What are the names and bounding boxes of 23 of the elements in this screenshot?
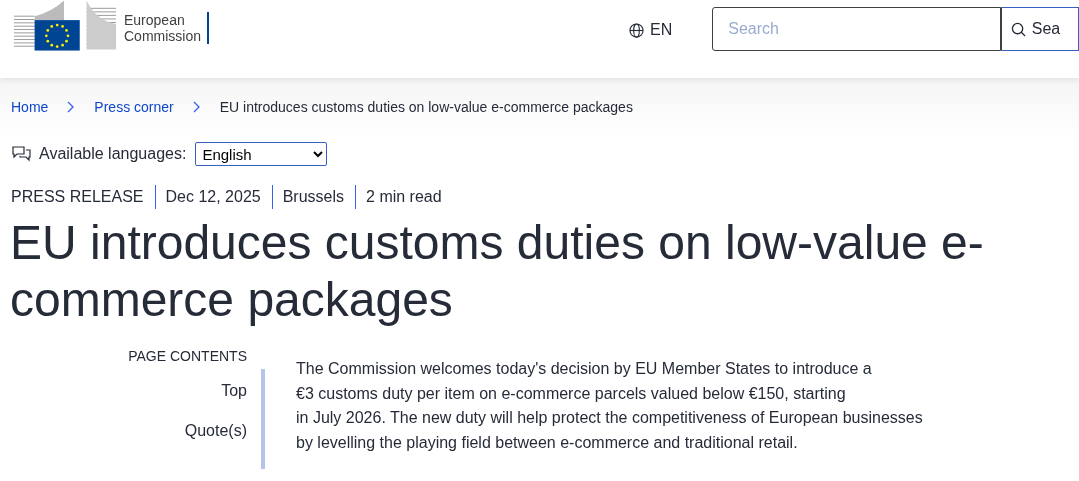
chevron-right-icon <box>192 101 201 113</box>
chevron-right-icon <box>67 101 76 113</box>
globe-icon <box>629 22 644 38</box>
submit-button[interactable]: Sea <box>1000 7 1079 51</box>
body-paragraph: The Commission welcomes today's decision by EU Member States to introduce a €3 customs duty per item on e-commerce parcels valued below €150, starting in July 2026. The new duty will help protect the competitiveness of European businesses by levelling the playing field between e-commerce and traditional retail. <box>296 359 923 453</box>
meta-item: Brussels <box>271 185 345 209</box>
page-contents-link[interactable]: Quote(s) <box>184 421 247 441</box>
page-title: EU introduces customs duties on low-value e- commerce packages <box>9 215 985 328</box>
page-contents-heading: PAGE CONTENTS <box>128 348 247 364</box>
meta-item: PRESS RELEASE <box>11 187 144 207</box>
language-button[interactable]: EN <box>629 18 673 42</box>
breadcrumb-current: EU introduces customs duties on low-value e-commerce packages <box>219 97 633 117</box>
languages-label: Available languages: <box>39 144 187 164</box>
logo-text: European Commission <box>124 12 209 44</box>
meta-item: Dec 12, 2025 <box>154 185 261 209</box>
search-field[interactable]: Search <box>712 7 1001 51</box>
breadcrumb-link[interactable]: Press corner <box>94 96 174 118</box>
page-contents-link[interactable]: Top <box>221 381 247 401</box>
speech-bubbles-icon <box>12 146 31 162</box>
search-icon <box>1010 21 1026 37</box>
language-select[interactable]: English <box>195 142 328 166</box>
meta-item: 2 min read <box>355 185 442 209</box>
breadcrumb-link[interactable]: Home <box>11 96 49 118</box>
